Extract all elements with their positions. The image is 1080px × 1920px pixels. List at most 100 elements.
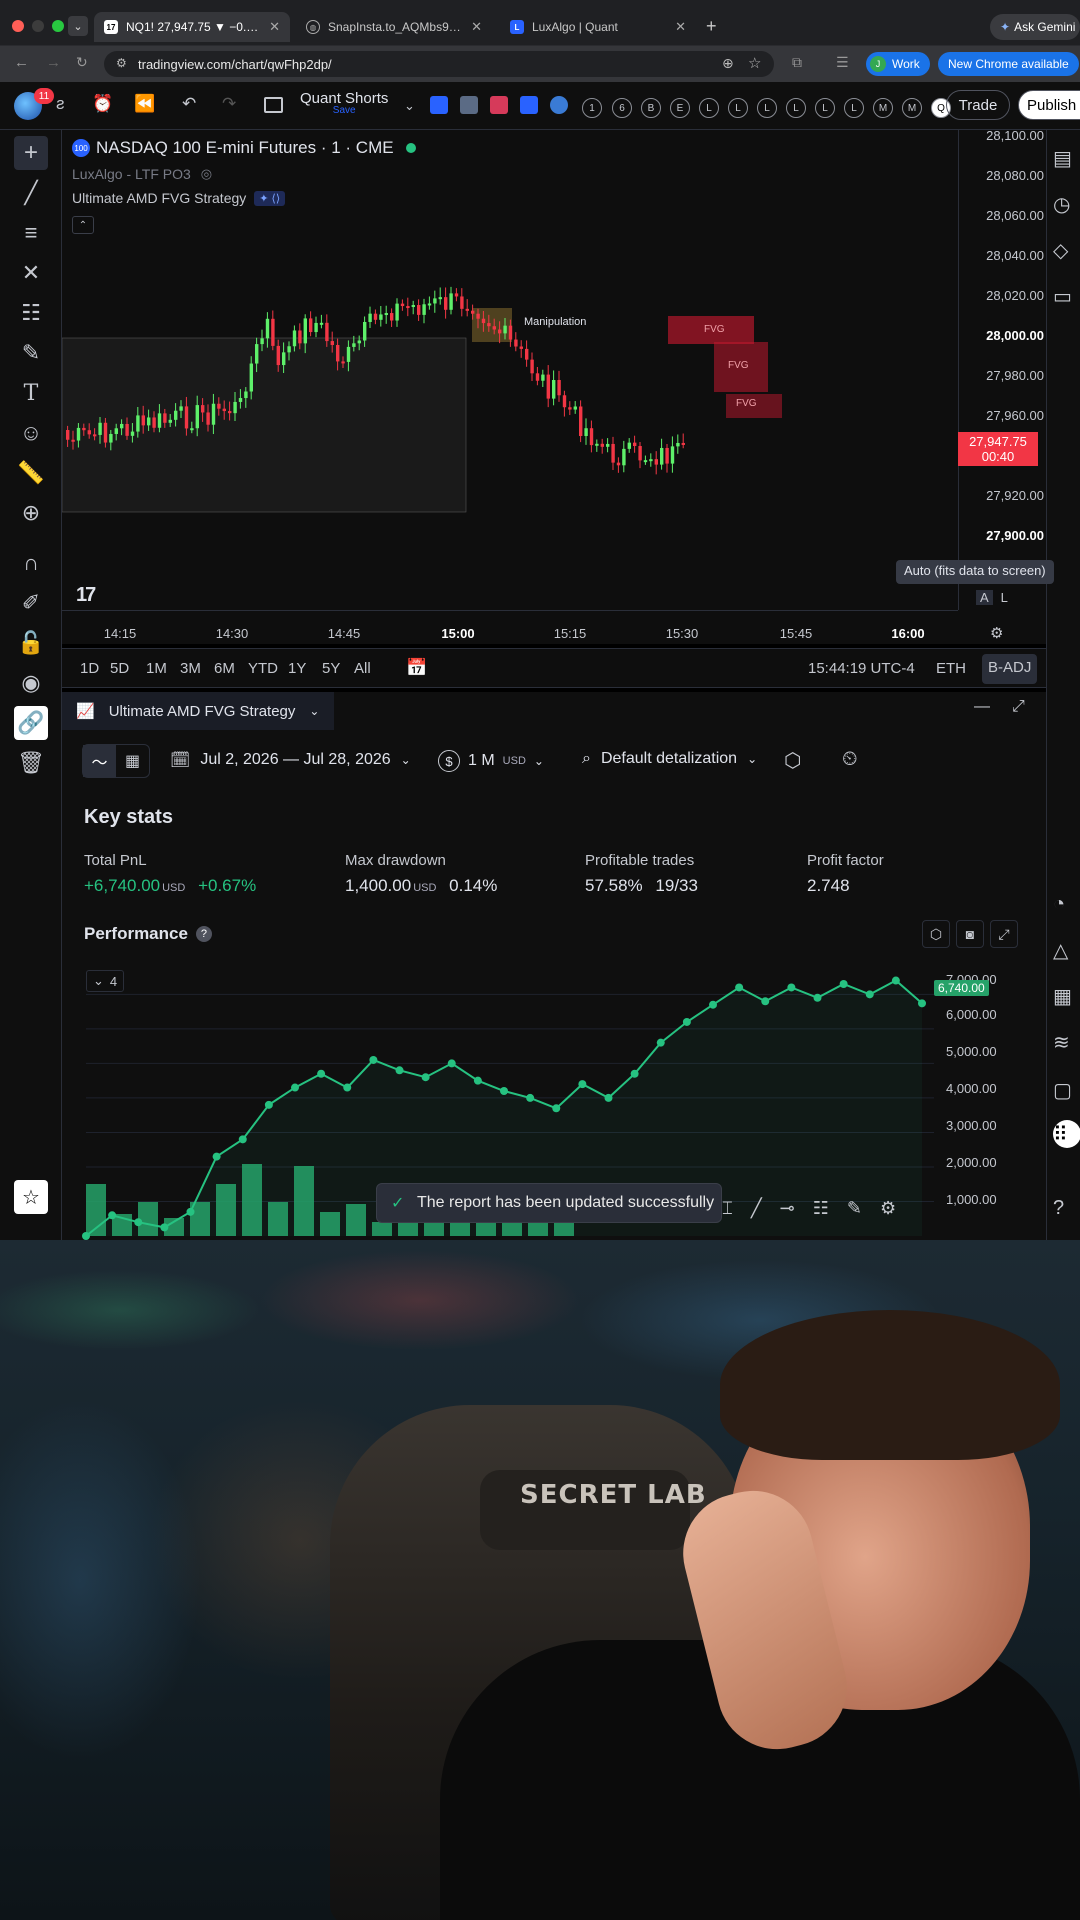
apps-grid-icon[interactable]: ⠿	[1053, 1120, 1080, 1148]
ask-gemini-button[interactable]: ✦ Ask Gemini	[990, 14, 1080, 40]
extensions-icon[interactable]: ⧉	[792, 54, 802, 71]
zoom-in-icon[interactable]: ⊕	[14, 496, 48, 530]
widget-icon-4[interactable]	[520, 96, 538, 114]
maximize-panel-icon[interactable]: ⤢	[1012, 698, 1025, 716]
goto-date-icon[interactable]: 📅	[406, 658, 427, 678]
close-tab-icon[interactable]: ✕	[471, 19, 482, 35]
time-axis[interactable]	[62, 610, 958, 644]
trendline-icon[interactable]: ╱	[14, 176, 48, 210]
auto-refresh-icon[interactable]: ⏲	[842, 748, 858, 771]
reading-list-icon[interactable]: ☰	[836, 54, 849, 71]
tab-luxalgo[interactable]: L LuxAlgo | Quant ✕	[500, 12, 696, 42]
emoji-icon[interactable]: ☺	[14, 416, 48, 450]
back-adjust-button[interactable]: B-ADJ	[982, 654, 1038, 684]
zoom-icon[interactable]: ⊕	[722, 55, 734, 72]
layout-menu[interactable]: Quant Shorts Save	[300, 90, 388, 116]
tab-snapinsta[interactable]: ◍ SnapInsta.to_AQMbs9kLtd4H... ✕	[296, 12, 492, 42]
toolbar-letter-button[interactable]: 1	[582, 98, 602, 118]
eye-icon[interactable]: ◉	[14, 666, 48, 700]
chevron-down-icon[interactable]: ⌄	[309, 704, 319, 718]
price-chart[interactable]: 100 NASDAQ 100 E-mini Futures · 1 · CME …	[62, 128, 1054, 644]
capital-picker[interactable]: $ 1 M USD ⌄	[438, 750, 544, 772]
vertical-line-icon[interactable]: ⌶	[722, 1198, 733, 1219]
close-window-icon[interactable]	[12, 20, 24, 32]
toolbar-letter-button[interactable]: M	[902, 98, 922, 118]
symbol-legend[interactable]: 100 NASDAQ 100 E-mini Futures · 1 · CME	[72, 138, 416, 158]
reload-icon[interactable]: ↻	[76, 54, 88, 71]
pen-icon[interactable]: ✎	[847, 1198, 862, 1219]
indicator-legend-2[interactable]: Ultimate AMD FVG Strategy ✦ ⟨⟩	[72, 190, 286, 206]
magnet-icon[interactable]: ∩	[14, 546, 48, 580]
toolbar-letter-button[interactable]: 6	[612, 98, 632, 118]
signal-icon[interactable]: ≋	[1053, 1028, 1080, 1056]
toolbar-letter-button[interactable]: L	[699, 98, 719, 118]
widget-icon-1[interactable]	[430, 96, 448, 114]
brush-icon[interactable]: ✎	[14, 336, 48, 370]
clock-display[interactable]: 15:44:19 UTC-4	[808, 660, 915, 677]
site-info-icon[interactable]: ⚙	[116, 56, 127, 70]
toolbar-letter-button[interactable]: L	[728, 98, 748, 118]
table-view-icon[interactable]: ▦	[116, 745, 149, 777]
chat-icon[interactable]: ▭	[1053, 282, 1080, 310]
chart-settings-gear-icon[interactable]: ⚙	[990, 624, 1003, 642]
toolbar-letter-button[interactable]: L	[786, 98, 806, 118]
profile-button[interactable]: J Work	[866, 52, 930, 76]
camera-icon[interactable]: ◙	[956, 920, 984, 948]
date-range-picker[interactable]: 🗓 Jul 2, 2026 — Jul 28, 2026 ⌄	[170, 750, 411, 770]
strategy-tab[interactable]: 📈 Ultimate AMD FVG Strategy ⌄	[62, 692, 334, 730]
replay-icon[interactable]: ⏪	[134, 94, 155, 114]
toolbar-letter-button[interactable]: L	[815, 98, 835, 118]
range-button-6m[interactable]: 6M	[214, 660, 235, 677]
toolbar-letter-button[interactable]: E	[670, 98, 690, 118]
toolbar-letter-button[interactable]: L	[757, 98, 777, 118]
back-icon[interactable]: ←	[14, 54, 29, 71]
collapse-series-button[interactable]: ⌄ 4	[86, 970, 125, 992]
notifications-icon[interactable]: ▢	[1053, 1076, 1080, 1104]
toolbar-letter-button[interactable]: B	[641, 98, 661, 118]
crosshair-icon[interactable]: +	[14, 136, 48, 170]
bookmark-star-icon[interactable]: ☆	[748, 54, 761, 72]
toolbar-letter-button[interactable]: L	[844, 98, 864, 118]
range-button-all[interactable]: All	[354, 660, 371, 677]
range-button-1m[interactable]: 1M	[146, 660, 167, 677]
url-field[interactable]: ⚙ tradingview.com/chart/qwFhp2dp/ ⊕ ☆	[104, 51, 774, 77]
fullscreen-icon[interactable]: ⤢	[990, 920, 1018, 948]
mountain-icon[interactable]: △	[1053, 936, 1080, 964]
lock-drawing-icon[interactable]: ✐	[14, 586, 48, 620]
settings-icon[interactable]: ⬡	[922, 920, 950, 948]
minimize-window-icon[interactable]	[32, 20, 44, 32]
favorites-star-icon[interactable]: ☆	[14, 1180, 48, 1214]
widget-icon-5[interactable]	[550, 96, 568, 114]
symbol-search-icon[interactable]: ƨ	[56, 94, 65, 114]
chart-view-icon[interactable]: 〜	[83, 745, 116, 777]
strategy-badge-icon[interactable]: ✦ ⟨⟩	[254, 190, 286, 206]
indicator-legend-1[interactable]: LuxAlgo - LTF PO3 ◎	[72, 166, 212, 182]
trash-icon[interactable]: 🗑	[14, 746, 48, 780]
layout-icon[interactable]	[264, 97, 283, 113]
alert-clock-icon[interactable]: ⏰	[92, 94, 113, 114]
projection-icon[interactable]: ☷	[14, 296, 48, 330]
range-button-5d[interactable]: 5D	[110, 660, 129, 677]
undo-icon[interactable]: ↶	[182, 94, 196, 114]
calendar-icon[interactable]: ▦	[1053, 982, 1080, 1010]
range-button-ytd[interactable]: YTD	[248, 660, 278, 677]
new-tab-icon[interactable]: +	[706, 16, 717, 37]
chevron-down-icon[interactable]: ⌄	[404, 98, 415, 114]
redo-icon[interactable]: ↷	[222, 94, 236, 114]
autoscale-button[interactable]: A	[976, 590, 993, 605]
tab-tradingview[interactable]: 17 NQ1! 27,947.75 ▼ −0.86% Q... ✕	[94, 12, 290, 42]
trade-button[interactable]: Trade	[946, 90, 1010, 120]
range-button-3m[interactable]: 3M	[180, 660, 201, 677]
fib-lines-icon[interactable]: ≡	[14, 216, 48, 250]
settings-hex-icon[interactable]: ⬡	[784, 748, 801, 773]
zoom-window-icon[interactable]	[52, 20, 64, 32]
close-tab-icon[interactable]: ✕	[675, 19, 686, 35]
fib-tool-icon[interactable]: ☷	[813, 1198, 829, 1219]
watchlist-icon[interactable]: ▤	[1053, 144, 1080, 172]
pattern-icon[interactable]: ✕	[14, 256, 48, 290]
text-tool-icon[interactable]: T	[14, 376, 48, 410]
session-button[interactable]: ETH	[936, 660, 966, 677]
forward-icon[interactable]: →	[46, 54, 61, 71]
collapse-legend-icon[interactable]: ⌃	[72, 216, 94, 234]
speed-icon[interactable]: ◔	[1053, 890, 1080, 918]
